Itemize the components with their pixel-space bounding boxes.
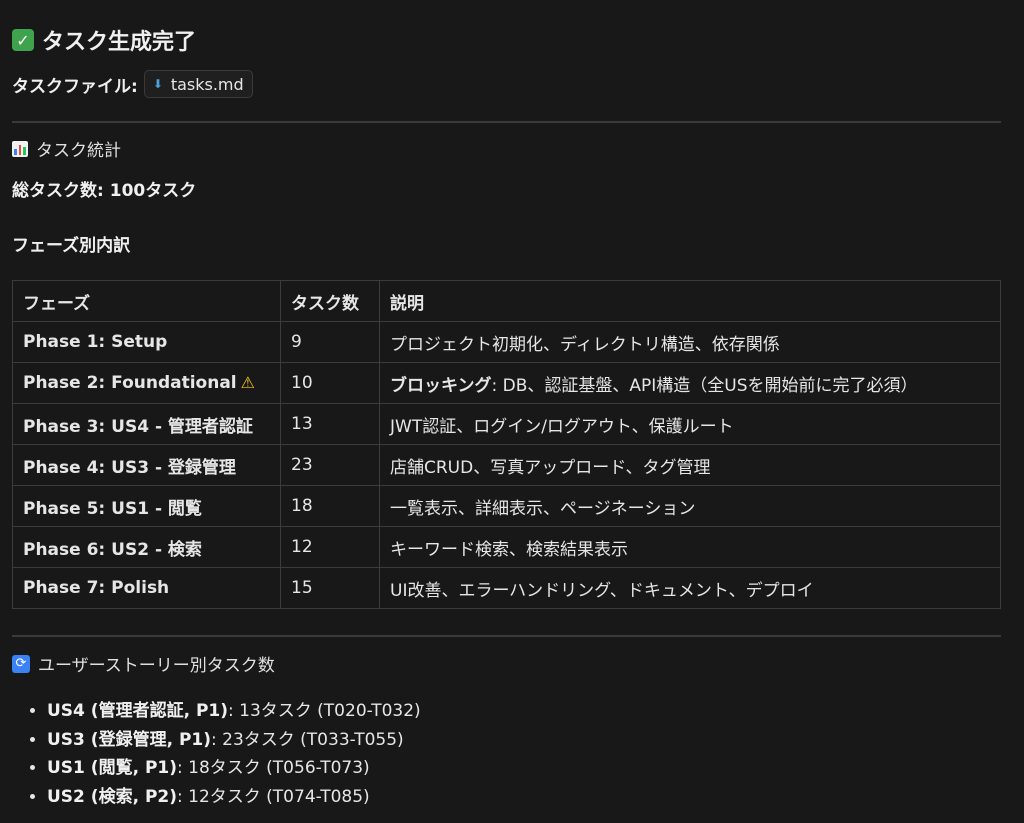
table-header-row: フェーズ タスク数 説明 (12, 280, 1001, 322)
column-header-phase: フェーズ (12, 280, 281, 322)
phase-name: Phase 5: US1 - 閲覧 (23, 498, 202, 519)
description-cell: プロジェクト初期化、ディレクトリ構造、依存関係 (379, 321, 1001, 363)
phase-name: Phase 7: Polish (23, 578, 170, 598)
list-item: US3 (登録管理, P1): 23タスク (T033-T055) (47, 726, 421, 755)
description-cell: 店舗CRUD、写真アップロード、タグ管理 (379, 444, 1001, 486)
table-row: Phase 6: US2 - 検索 12 キーワード検索、検索結果表示 (12, 526, 1001, 568)
check-mark-icon: ✓ (12, 29, 34, 51)
stories-title-text: ユーザーストーリー別タスク数 (38, 656, 275, 676)
table-row: Phase 3: US4 - 管理者認証 13 JWT認証、ログイン/ログアウト… (12, 403, 1001, 445)
story-text: : 12タスク (T074-T085) (177, 786, 370, 807)
story-label: US4 (管理者認証, P1) (47, 701, 228, 721)
stats-section-title: タスク統計 (12, 136, 121, 161)
description-cell: ブロッキング: DB、認証基盤、API構造（全USを開始前に完了必須） (379, 362, 1001, 404)
warning-icon: ⚠ (240, 373, 255, 392)
table-row: Phase 4: US3 - 登録管理 23 店舗CRUD、写真アップロード、タ… (12, 444, 1001, 486)
count-cell: 13 (280, 403, 380, 445)
description-cell: JWT認証、ログイン/ログアウト、保護ルート (379, 403, 1001, 445)
task-file-line: タスクファイル: ⬇ tasks.md (12, 70, 253, 98)
phase-cell: Phase 2: Foundational ⚠ (12, 362, 281, 404)
task-file-link[interactable]: ⬇ tasks.md (143, 70, 253, 98)
story-text: : 18タスク (T056-T073) (177, 758, 370, 778)
task-file-label: タスクファイル: (12, 76, 138, 97)
story-label: US1 (閲覧, P1) (47, 758, 177, 778)
description-text: キーワード検索、検索結果表示 (390, 539, 628, 560)
total-tasks-label: 総タスク数: (12, 181, 104, 201)
count-cell: 18 (280, 485, 380, 527)
page-title-text: タスク生成完了 (42, 30, 197, 55)
phase-cell: Phase 5: US1 - 閲覧 (12, 485, 281, 527)
description-bold-text: ブロッキング (390, 375, 492, 396)
count-cell: 15 (280, 567, 380, 609)
story-list: US4 (管理者認証, P1): 13タスク (T020-T032) US3 (… (12, 697, 421, 811)
table-row: Phase 2: Foundational ⚠ 10 ブロッキング: DB、認証基… (12, 362, 1001, 404)
stories-section-title: ⟳ ユーザーストーリー別タスク数 (12, 651, 275, 676)
description-text: 店舗CRUD、写真アップロード、タグ管理 (390, 457, 711, 478)
count-cell: 23 (280, 444, 380, 486)
description-text: 一覧表示、詳細表示、ページネーション (390, 498, 696, 519)
phase-name: Phase 3: US4 - 管理者認証 (23, 416, 253, 437)
stats-title-text: タスク統計 (36, 141, 121, 161)
total-tasks: 総タスク数: 100タスク (12, 176, 196, 201)
phase-name: Phase 2: Foundational (23, 373, 237, 393)
description-cell: UI改善、エラーハンドリング、ドキュメント、デプロイ (379, 567, 1001, 609)
table-row: Phase 7: Polish 15 UI改善、エラーハンドリング、ドキュメント… (12, 567, 1001, 609)
bar-chart-icon (12, 140, 28, 157)
phase-breakdown-title: フェーズ別内訳 (12, 236, 131, 256)
list-item: US2 (検索, P2): 12タスク (T074-T085) (47, 783, 421, 812)
column-header-count: タスク数 (280, 280, 380, 322)
phase-table: フェーズ タスク数 説明 Phase 1: Setup 9 プロジェクト初期化、… (12, 280, 1001, 609)
divider (12, 635, 1001, 637)
column-header-description: 説明 (379, 280, 1001, 322)
description-text: JWT認証、ログイン/ログアウト、保護ルート (390, 416, 734, 437)
phase-cell: Phase 6: US2 - 検索 (12, 526, 281, 568)
description-cell: 一覧表示、詳細表示、ページネーション (379, 485, 1001, 527)
page-title: ✓ タスク生成完了 (12, 24, 196, 56)
description-cell: キーワード検索、検索結果表示 (379, 526, 1001, 568)
story-text: : 23タスク (T033-T055) (211, 729, 404, 750)
phase-cell: Phase 4: US3 - 登録管理 (12, 444, 281, 486)
phase-name: Phase 1: Setup (23, 332, 168, 352)
table-row: Phase 1: Setup 9 プロジェクト初期化、ディレクトリ構造、依存関係 (12, 321, 1001, 363)
total-tasks-value: 100タスク (109, 181, 197, 201)
down-arrow-icon: ⬇ (152, 77, 163, 91)
description-text: UI改善、エラーハンドリング、ドキュメント、デプロイ (390, 580, 814, 601)
description-text: プロジェクト初期化、ディレクトリ構造、依存関係 (390, 334, 780, 355)
phase-cell: Phase 3: US4 - 管理者認証 (12, 403, 281, 445)
phase-name: Phase 6: US2 - 検索 (23, 539, 202, 560)
phase-cell: Phase 7: Polish (12, 567, 281, 609)
divider (12, 121, 1001, 123)
count-cell: 12 (280, 526, 380, 568)
description-text: : DB、認証基盤、API構造（全USを開始前に完了必須） (491, 375, 918, 396)
count-cell: 10 (280, 362, 380, 404)
phase-cell: Phase 1: Setup (12, 321, 281, 363)
count-cell: 9 (280, 321, 380, 363)
phase-name: Phase 4: US3 - 登録管理 (23, 457, 236, 478)
story-label: US2 (検索, P2) (47, 786, 177, 807)
list-item: US1 (閲覧, P1): 18タスク (T056-T073) (47, 754, 421, 783)
story-text: : 13タスク (T020-T032) (228, 701, 421, 721)
task-file-name: tasks.md (170, 74, 244, 94)
list-item: US4 (管理者認証, P1): 13タスク (T020-T032) (47, 697, 421, 726)
refresh-icon: ⟳ (12, 654, 30, 673)
table-row: Phase 5: US1 - 閲覧 18 一覧表示、詳細表示、ページネーション (12, 485, 1001, 527)
story-label: US3 (登録管理, P1) (47, 729, 211, 750)
